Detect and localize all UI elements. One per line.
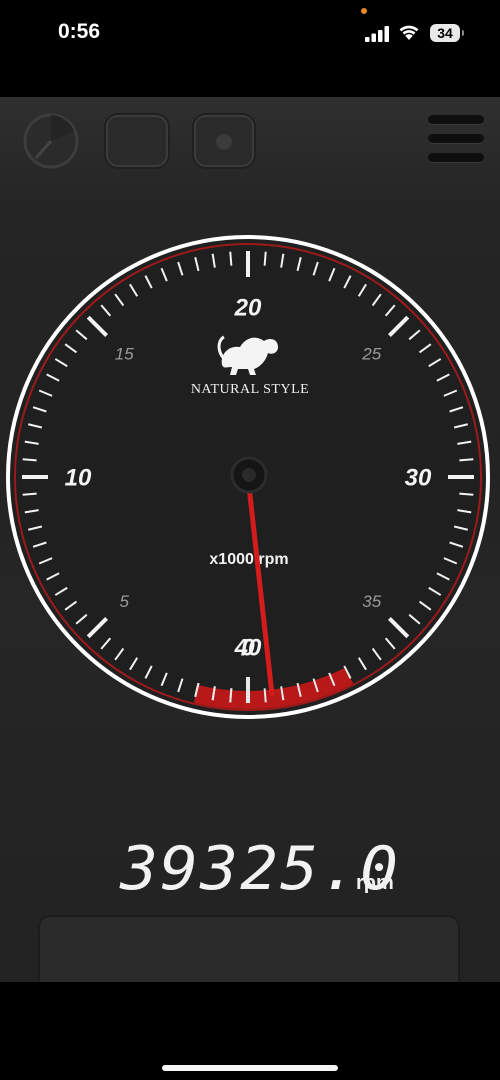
status-time: 0:56 [58, 20, 101, 43]
toolbar [0, 97, 500, 177]
major-scale-label: 30 [405, 465, 432, 492]
menu-button[interactable] [428, 115, 484, 163]
minor-scale-label: 35 [362, 592, 381, 611]
minor-tick [229, 688, 233, 703]
minor-scale-label: 5 [120, 592, 130, 611]
minor-tick [263, 688, 267, 703]
minor-tick [263, 251, 267, 266]
minor-tick [22, 492, 37, 496]
wifi-icon [399, 25, 419, 40]
battery-level: 34 [437, 25, 453, 41]
rpm-unit: rpm [356, 872, 394, 894]
battery-tip [462, 30, 464, 36]
bottom-area [0, 982, 500, 1080]
stop-button[interactable] [106, 115, 168, 167]
tachometer-gauge: NATURAL STYLE x1000 rpm 010203040515 2535 [6, 235, 490, 719]
gauge-mode-button[interactable] [22, 112, 80, 170]
home-indicator[interactable] [162, 1065, 338, 1071]
minor-scale-label: 25 [361, 344, 381, 363]
unit-label: x1000 rpm [209, 551, 288, 568]
brand-name: NATURAL STYLE [191, 382, 309, 397]
privacy-indicator-dot [361, 8, 367, 14]
record-button[interactable] [194, 115, 254, 167]
tachometer-app: NATURAL STYLE x1000 rpm 0 10 20 30 40 5 15 25 35… [0, 97, 500, 1055]
minor-tick [459, 492, 474, 496]
minor-tick [459, 458, 474, 462]
menu-icon [428, 115, 484, 124]
minor-tick [22, 458, 37, 462]
minor-tick [229, 251, 233, 266]
status-bar: 0:56 34 [0, 0, 500, 70]
record-icon [215, 132, 233, 150]
minor-scale-label: 15 [115, 344, 134, 363]
cellular-signal-icon [365, 26, 389, 42]
major-scale-label: 40 [234, 635, 262, 662]
rpm-readout: 39325.0 rpm [0, 834, 500, 904]
battery-icon: 34 [430, 24, 464, 42]
major-scale-label: 10 [65, 465, 92, 492]
major-scale-label: 20 [234, 295, 262, 322]
